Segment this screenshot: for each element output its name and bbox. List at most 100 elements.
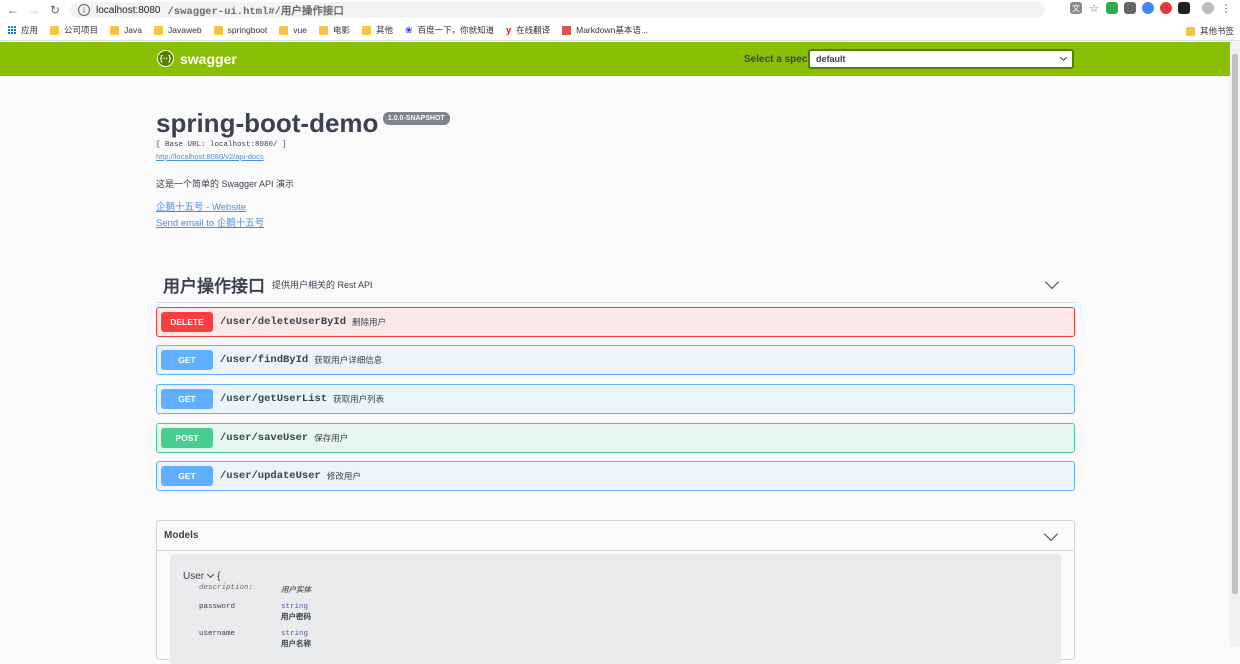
folder-icon (362, 25, 371, 35)
property-value: 用户实体 (281, 585, 311, 594)
method-badge: GET (161, 466, 213, 486)
folder-icon (50, 25, 60, 35)
info-icon[interactable]: i (78, 4, 90, 16)
bookmark-item[interactable]: y 在线翻译 (506, 24, 550, 36)
swagger-topbar: {··} swagger Select a spec default (0, 42, 1230, 76)
other-bookmarks[interactable]: 其他书签 (1185, 25, 1234, 37)
method-badge: GET (161, 350, 213, 370)
property-name: description: (199, 584, 254, 592)
operation-summary: 获取用户详细信息 (314, 355, 383, 365)
extension-icon[interactable] (1106, 2, 1118, 14)
markdown-icon (562, 25, 572, 35)
url-host: localhost:8080 (96, 4, 161, 16)
operation-update-user[interactable]: GET /user/updateUser 修改用户 (156, 461, 1075, 491)
model-property: username string 用户名称 (183, 630, 1048, 649)
property-name: password (199, 603, 236, 611)
api-docs-link[interactable]: http://localhost:8080/v2/api-docs (156, 152, 756, 161)
operation-path: /user/saveUser (220, 432, 309, 444)
star-icon[interactable]: ☆ (1088, 2, 1100, 15)
apps-icon (8, 26, 16, 34)
api-description: 这是一个简单的 Swagger API 演示 (156, 179, 295, 189)
property-description: 用户密码 (281, 612, 311, 621)
operation-path: /user/updateUser (220, 470, 321, 482)
menu-icon[interactable]: ⋮ (1220, 2, 1232, 15)
folder-icon (318, 25, 328, 35)
tag-name: 用户操作接口 (163, 277, 265, 296)
chevron-down-icon[interactable] (207, 570, 215, 579)
page-scrollbar[interactable] (1230, 42, 1240, 647)
model-name[interactable]: User{ (183, 570, 1048, 582)
tag-header[interactable]: 用户操作接口 提供用户相关的 Rest API (156, 267, 1075, 303)
translate-icon[interactable]: 文 (1070, 2, 1082, 14)
adblock-icon[interactable] (1160, 2, 1172, 14)
property-type: string (281, 630, 309, 638)
url-path: /swagger-ui.html#/用户操作接口 (167, 5, 344, 18)
models-section: Models User{ description: 用户实体 password … (156, 520, 1075, 664)
bookmark-item[interactable]: Markdown基本语... (562, 24, 648, 36)
bookmark-item[interactable]: vue (279, 25, 307, 35)
youdao-icon: y (506, 25, 512, 35)
operation-path: /user/deleteUserById (220, 316, 347, 328)
models-title: Models (164, 530, 199, 541)
extension-icon[interactable] (1124, 2, 1136, 14)
operation-summary: 修改用户 (326, 471, 361, 481)
spec-label: Select a spec (744, 54, 808, 65)
operation-find-by-id[interactable]: GET /user/findById 获取用户详细信息 (156, 345, 1075, 375)
api-info: spring-boot-demo 1.0.0-SNAPSHOT [ Base U… (156, 108, 756, 229)
reload-icon[interactable]: ↻ (46, 0, 64, 20)
chevron-down-icon[interactable] (1043, 526, 1059, 542)
operation-summary: 获取用户列表 (333, 394, 385, 404)
bookmark-item[interactable]: 其他 (362, 24, 393, 36)
api-title: spring-boot-demo (156, 108, 379, 138)
email-link[interactable]: Send email to 企鹅十五号 (156, 215, 756, 229)
chevron-down-icon[interactable] (1044, 274, 1060, 290)
base-url: [ Base URL: localhost:8080/ ] (156, 141, 287, 149)
operation-summary: 保存用户 (314, 433, 349, 443)
spec-select[interactable]: default (808, 49, 1074, 69)
scrollbar-thumb[interactable] (1232, 54, 1238, 594)
operation-get-user-list[interactable]: GET /user/getUserList 获取用户列表 (156, 384, 1075, 414)
property-description: 用户名称 (281, 639, 311, 648)
model-property: description: 用户实体 (183, 584, 1048, 595)
models-header[interactable]: Models (157, 521, 1074, 551)
version-badge: 1.0.0-SNAPSHOT (382, 112, 450, 125)
bookmark-item[interactable]: springboot (213, 25, 267, 35)
folder-icon (279, 25, 289, 35)
property-type: string (281, 603, 309, 611)
method-badge: GET (161, 389, 213, 409)
method-badge: POST (161, 428, 213, 448)
operation-path: /user/findById (220, 354, 309, 366)
chevron-down-icon (1059, 53, 1068, 62)
operation-path: /user/getUserList (220, 393, 328, 405)
folder-icon (154, 25, 163, 35)
operation-delete-user[interactable]: DELETE /user/deleteUserById 删除用户 (156, 307, 1075, 337)
bookmark-item[interactable]: 电影 (318, 24, 350, 36)
browser-toolbar: ← → ↻ i localhost:8080 /swagger-ui.html#… (0, 0, 1240, 20)
bookmark-apps[interactable]: 应用 (8, 24, 38, 36)
address-bar[interactable]: i localhost:8080 /swagger-ui.html#/用户操作接… (70, 2, 1045, 18)
method-badge: DELETE (161, 312, 213, 332)
model-property: password string 用户密码 (183, 603, 1048, 622)
profile-icon[interactable] (1202, 2, 1214, 14)
extension-icon[interactable] (1142, 2, 1154, 14)
property-name: username (199, 630, 236, 638)
operation-save-user[interactable]: POST /user/saveUser 保存用户 (156, 423, 1075, 453)
baidu-icon: ❀ (405, 24, 413, 35)
bookmarks-bar: 应用 公司项目 Java Javaweb springboot vue 电影 其… (0, 20, 1240, 41)
folder-icon (213, 25, 223, 35)
website-link[interactable]: 企鹅十五号 - Website (156, 199, 756, 213)
tag-description: 提供用户相关的 Rest API (272, 280, 373, 290)
folder-icon (110, 25, 120, 35)
bookmark-item[interactable]: Java (110, 25, 142, 35)
operation-summary: 删除用户 (352, 317, 387, 327)
forward-icon[interactable]: → (25, 0, 43, 20)
bookmark-item[interactable]: ❀ 百度一下，你就知道 (405, 24, 494, 36)
bookmark-item[interactable]: 公司项目 (50, 24, 98, 36)
bookmark-item[interactable]: Javaweb (154, 25, 202, 35)
back-icon[interactable]: ← (4, 0, 22, 20)
folder-icon (1185, 26, 1195, 36)
model-user: User{ description: 用户实体 password string 用… (170, 554, 1061, 664)
extension-icon[interactable] (1178, 2, 1190, 14)
swagger-logo-icon: {··} (157, 50, 174, 67)
swagger-logo[interactable]: {··} swagger (157, 50, 237, 67)
